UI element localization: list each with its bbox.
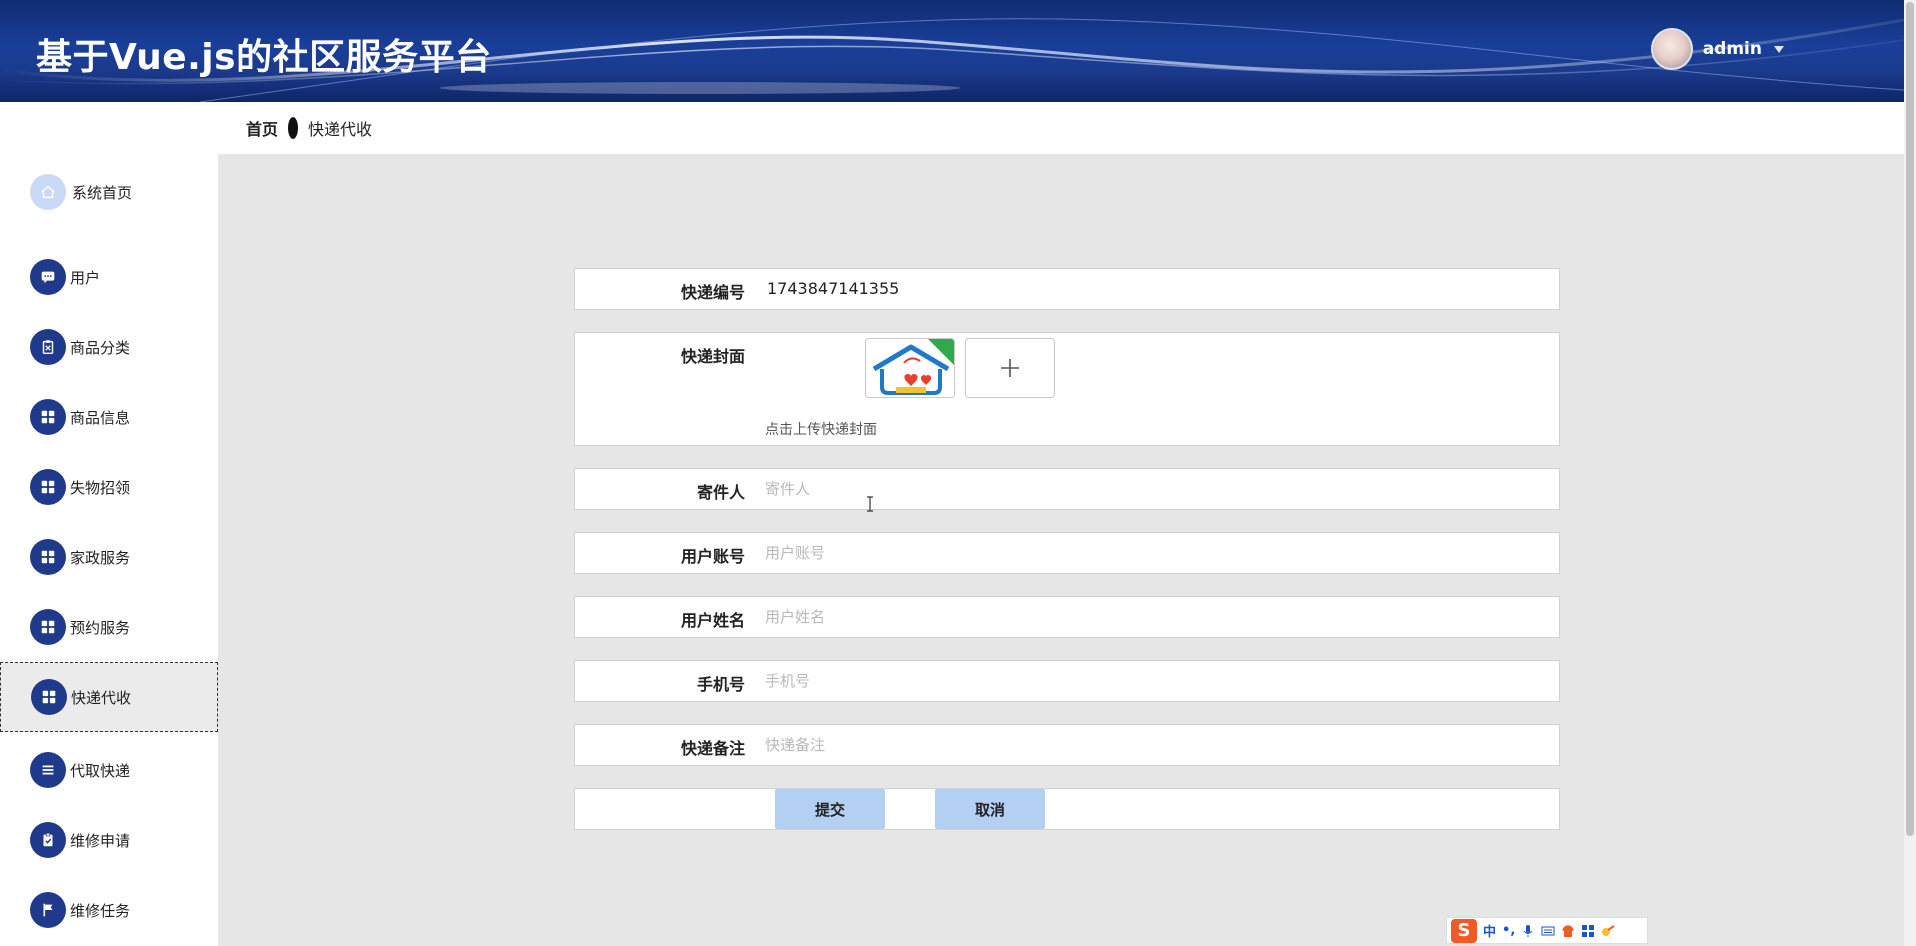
remark-input[interactable] xyxy=(765,729,1545,761)
sidebar-item-express-pickup[interactable]: 代取快递 xyxy=(0,735,218,805)
breadcrumb: 首页 快递代收 xyxy=(218,102,1904,154)
ime-punctuation-toggle[interactable]: •, xyxy=(1502,923,1515,938)
flag-icon xyxy=(30,892,66,928)
user-account-label: 用户账号 xyxy=(680,547,745,566)
sidebar-item-label: 维修申请 xyxy=(70,831,131,850)
sidebar-item-booking[interactable]: 预约服务 xyxy=(0,592,218,662)
express-no-value: 1743847141355 xyxy=(767,279,900,298)
sidebar-item-housekeeping[interactable]: 家政服务 xyxy=(0,522,218,592)
ime-mode-toggle[interactable]: 中 xyxy=(1483,921,1496,940)
grid-icon xyxy=(30,609,66,645)
submit-button[interactable]: 提交 xyxy=(775,789,885,829)
cover-upload-button[interactable] xyxy=(965,338,1055,398)
toolbox-grid-icon[interactable] xyxy=(1581,924,1595,938)
express-no-label: 快递编号 xyxy=(680,283,745,302)
sidebar-item-label: 快递代收 xyxy=(71,688,132,707)
microphone-icon[interactable] xyxy=(1521,924,1535,938)
grid-icon xyxy=(30,539,66,575)
list-icon xyxy=(30,752,66,788)
sidebar-item-label: 商品分类 xyxy=(70,338,131,357)
sidebar-item-label: 预约服务 xyxy=(70,618,131,637)
form-row-remark: 快递备注 xyxy=(574,724,1560,766)
user-menu[interactable]: admin xyxy=(1650,28,1784,70)
home-icon xyxy=(30,174,66,210)
page-scrollbar[interactable] xyxy=(1904,0,1916,946)
chat-icon xyxy=(30,259,66,295)
phone-label: 手机号 xyxy=(696,675,745,694)
form-row-user-account: 用户账号 xyxy=(574,532,1560,574)
sidebar-item-express-receive[interactable]: 快递代收 xyxy=(0,662,218,732)
breadcrumb-separator-icon xyxy=(288,117,299,139)
main-content: 快递编号 1743847141355 快递封面 点击上传快递封面 寄件人 寄件人… xyxy=(218,154,1904,946)
skin-shirt-icon[interactable] xyxy=(1561,924,1575,938)
username[interactable]: admin xyxy=(1703,39,1762,59)
form-row-sender: 寄件人 xyxy=(574,468,1560,510)
sidebar-item-products[interactable]: 商品信息 xyxy=(0,382,218,452)
app-title: 基于Vue.js的社区服务平台 xyxy=(36,37,492,78)
sidebar-item-category[interactable]: 商品分类 xyxy=(0,312,218,382)
sidebar-item-lost-found[interactable]: 失物招领 xyxy=(0,452,218,522)
sidebar-item-label: 失物招领 xyxy=(70,478,131,497)
sogou-logo-icon[interactable]: S xyxy=(1451,918,1477,943)
text-cursor-icon xyxy=(867,496,873,512)
plus-icon xyxy=(1001,359,1019,377)
grid-icon xyxy=(31,679,67,715)
user-name-input[interactable] xyxy=(765,601,1545,633)
ime-extra-icon[interactable] xyxy=(1601,924,1615,938)
scrollbar-thumb[interactable] xyxy=(1906,2,1914,836)
breadcrumb-current: 快递代收 xyxy=(308,120,373,139)
breadcrumb-home[interactable]: 首页 xyxy=(246,116,278,140)
sidebar-item-home[interactable]: 系统首页 xyxy=(0,157,218,227)
grid-icon xyxy=(30,399,66,435)
cover-image xyxy=(866,339,954,397)
cover-thumbnail[interactable] xyxy=(865,338,955,398)
cover-label: 快递封面 xyxy=(680,347,745,366)
cover-upload-tip: 点击上传快递封面 xyxy=(765,422,877,438)
phone-input[interactable] xyxy=(765,665,1545,697)
sidebar-item-repair-request[interactable]: 维修申请 xyxy=(0,805,218,875)
user-account-input[interactable] xyxy=(765,537,1545,569)
sender-input[interactable] xyxy=(765,473,1545,505)
keyboard-icon[interactable] xyxy=(1541,924,1555,938)
sender-label: 寄件人 xyxy=(696,483,745,502)
caret-down-icon[interactable] xyxy=(1774,45,1784,53)
sidebar-item-repair-task[interactable]: 维修任务 xyxy=(0,875,218,945)
cancel-button[interactable]: 取消 xyxy=(935,789,1045,829)
sidebar-item-label: 系统首页 xyxy=(72,183,133,202)
remark-label: 快递备注 xyxy=(680,739,745,758)
app-header: 基于Vue.js的社区服务平台 admin xyxy=(0,0,1904,102)
ime-toolbar: S 中 •, xyxy=(1446,917,1648,944)
clipboard-check-icon xyxy=(30,822,66,858)
sidebar-item-label: 代取快递 xyxy=(70,761,131,780)
sidebar-item-users[interactable]: 用户 xyxy=(0,242,218,312)
form-row-express-no: 快递编号 1743847141355 xyxy=(574,268,1560,310)
sidebar-item-label: 商品信息 xyxy=(70,408,131,427)
sidebar-item-label: 家政服务 xyxy=(70,548,131,567)
form-row-actions: 提交 取消 xyxy=(574,788,1560,830)
form-row-cover: 快递封面 点击上传快递封面 xyxy=(574,332,1560,446)
sidebar-item-label: 用户 xyxy=(70,268,101,287)
grid-icon xyxy=(30,469,66,505)
avatar[interactable] xyxy=(1650,28,1693,70)
user-name-label: 用户姓名 xyxy=(680,611,745,630)
sidebar: 系统首页 用户 商品分类 商品信息 失物招领 家政服务 预约服务 快递代收 代取… xyxy=(0,102,218,946)
clipboard-icon xyxy=(30,329,66,365)
form-row-phone: 手机号 xyxy=(574,660,1560,702)
form-row-user-name: 用户姓名 xyxy=(574,596,1560,638)
sidebar-item-label: 维修任务 xyxy=(70,901,131,920)
